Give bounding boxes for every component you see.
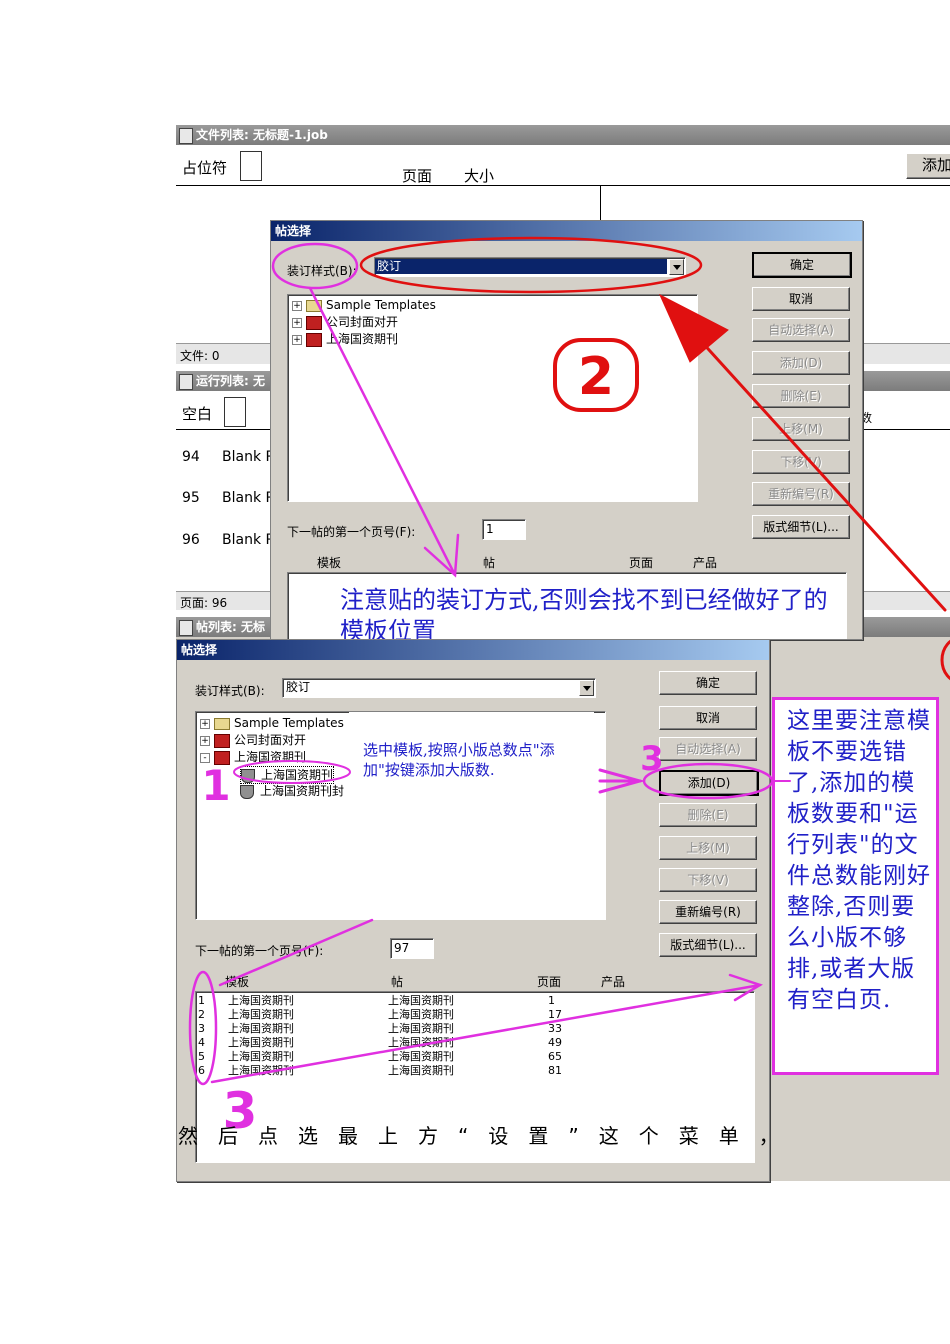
red-ellipse-binding <box>359 236 703 294</box>
red-arrow-line <box>698 338 947 612</box>
magenta-ellipse-binding-label <box>271 242 359 290</box>
step-three-small-mark: 3 <box>640 739 664 779</box>
magenta-ellipse-row-numbers <box>188 970 218 1086</box>
red-edge-circle <box>940 639 950 681</box>
caption-text: 然后点选最上方“设置”这个菜单， <box>178 1124 799 1148</box>
magenta-arrow-long <box>210 983 762 1084</box>
magenta-arrow-line <box>308 286 457 577</box>
step-one-mark: 1 <box>201 761 230 810</box>
magenta-arrow-down <box>218 918 374 987</box>
magenta-ellipse-template <box>233 760 351 784</box>
step-two-mark: 2 <box>578 347 614 407</box>
red-arrow-head <box>658 293 729 363</box>
